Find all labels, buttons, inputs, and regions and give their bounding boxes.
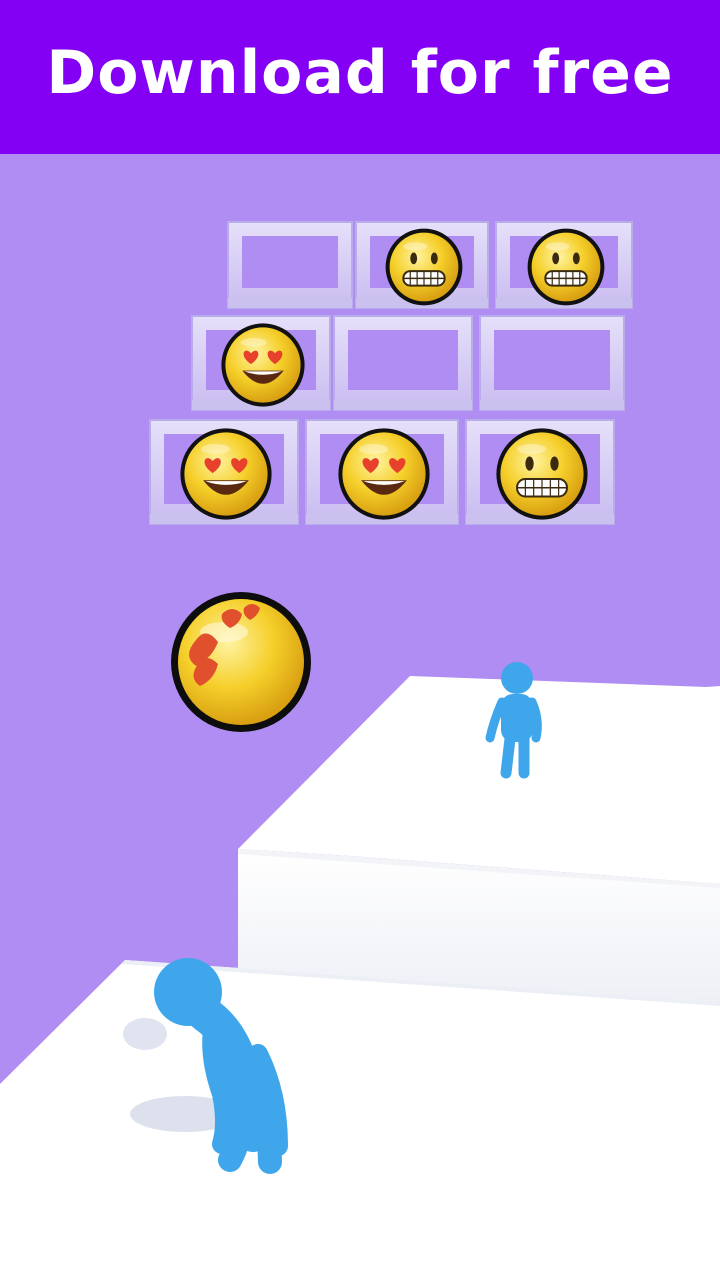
- tic-tac-toe-board: [149, 221, 633, 525]
- board-cell-1-1[interactable]: [333, 315, 473, 411]
- board-cell-0-2[interactable]: [495, 221, 633, 309]
- near-platform: [0, 960, 720, 1280]
- board-cell-0-0[interactable]: [227, 221, 353, 309]
- game-scene[interactable]: [0, 154, 720, 1280]
- grimacing-emoji-icon: [527, 228, 605, 306]
- grimacing-emoji-icon: [385, 228, 463, 306]
- heart-eyes-emoji-icon: [338, 428, 430, 520]
- board-cell-2-0[interactable]: [149, 419, 299, 525]
- board-cell-1-0[interactable]: [191, 315, 331, 411]
- board-cell-2-1[interactable]: [305, 419, 459, 525]
- heart-eyes-emoji-icon: [221, 323, 305, 407]
- grimacing-emoji-icon: [496, 428, 588, 520]
- heart-eyes-emoji-icon: [180, 428, 272, 520]
- held-emoji-ball[interactable]: [171, 592, 311, 732]
- board-cell-2-2[interactable]: [465, 419, 615, 525]
- board-cell-1-2[interactable]: [479, 315, 625, 411]
- far-platform: [238, 676, 720, 1002]
- download-banner-text: Download for free: [46, 38, 674, 108]
- board-cell-0-1[interactable]: [355, 221, 489, 309]
- download-banner[interactable]: Download for free: [0, 0, 720, 154]
